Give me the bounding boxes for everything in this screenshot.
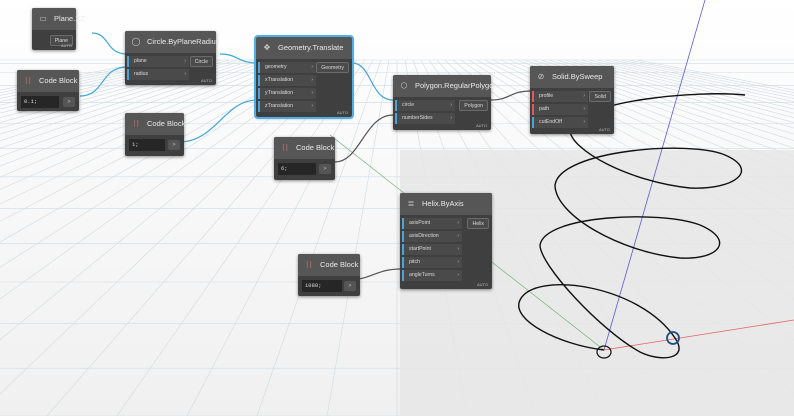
input-port-axispoint[interactable]: axisPoint ›: [402, 218, 462, 229]
auto-label: AUTO: [200, 78, 212, 83]
code-output-port[interactable]: >: [319, 164, 331, 174]
code-block-node[interactable]: [ ] Code Block 1080; >: [298, 254, 360, 296]
node-title: Code Block: [296, 143, 335, 152]
helix-by-axis-node[interactable]: ≣ Helix.ByAxis axisPoint › Helix axisDire…: [400, 193, 492, 289]
node-header: [ ] Code Block: [298, 254, 360, 276]
code-block-node[interactable]: [ ] Code Block 6; >: [274, 137, 335, 180]
node-header: [ ] Code Block: [274, 137, 335, 159]
code-editor[interactable]: 6;: [278, 163, 316, 175]
input-port-numbersides[interactable]: numberSides ›: [395, 113, 455, 124]
node-header: ▭ Plane.XZ: [32, 8, 85, 30]
3d-viewport[interactable]: [0, 0, 794, 416]
polygon-output-port[interactable]: Polygon: [459, 100, 488, 111]
circle-by-plane-radius-node[interactable]: ◯ Circle.ByPlaneRadius plane › Circle rad…: [125, 31, 220, 85]
code-block-node[interactable]: [ ] Code Block 0.1; >: [17, 70, 79, 111]
code-output-port[interactable]: >: [344, 281, 356, 291]
move-icon: ✥: [263, 43, 271, 52]
polygon-regular-polygon-node[interactable]: ⬡ Polygon.RegularPolygon circle › Polygon…: [393, 75, 498, 130]
node-title: Code Block: [39, 76, 78, 85]
sweep-icon: ⊘: [537, 72, 545, 81]
node-header: [ ] Code Block: [17, 70, 79, 92]
plane-xz-node[interactable]: ▭ Plane.XZ Plane AUTO: [32, 8, 85, 50]
node-title: Code Block: [320, 260, 359, 269]
node-title: Helix.ByAxis: [422, 199, 464, 208]
input-port-ytranslation[interactable]: yTranslation ›: [258, 88, 316, 99]
input-port-ztranslation[interactable]: zTranslation ›: [258, 101, 316, 112]
node-header: ≣ Helix.ByAxis: [400, 193, 492, 215]
input-port-pitch[interactable]: pitch ›: [402, 257, 462, 268]
code-editor[interactable]: 1;: [129, 139, 165, 151]
code-block-icon: [ ]: [282, 145, 288, 151]
node-title: Polygon.RegularPolygon: [415, 81, 498, 90]
input-port-cutendoff[interactable]: cutEndOff ›: [532, 117, 588, 128]
code-block-icon: [ ]: [133, 121, 139, 127]
input-port-startpoint[interactable]: startPoint ›: [402, 244, 462, 255]
input-port-geometry[interactable]: geometry ›: [258, 62, 316, 73]
node-title: Plane.XZ: [54, 14, 85, 23]
solid-by-sweep-node[interactable]: ⊘ Solid.BySweep profile › Solid path › cut…: [530, 66, 614, 134]
auto-label: AUTO: [598, 127, 610, 132]
node-header: ◯ Circle.ByPlaneRadius: [125, 31, 220, 53]
input-port-plane[interactable]: plane ›: [127, 56, 189, 67]
node-title: Geometry.Translate: [278, 43, 344, 52]
plane-icon: ▭: [39, 14, 47, 23]
code-block-icon: [ ]: [25, 78, 31, 84]
code-output-port[interactable]: >: [168, 140, 180, 150]
input-port-xtranslation[interactable]: xTranslation ›: [258, 75, 316, 86]
auto-label: AUTO: [475, 123, 487, 128]
node-title: Code Block: [147, 119, 186, 128]
geometry-translate-node[interactable]: ✥ Geometry.Translate geometry › Geometry …: [254, 35, 354, 119]
node-header: ✥ Geometry.Translate: [256, 37, 352, 59]
input-port-axisdirection[interactable]: axisDirection ›: [402, 231, 462, 242]
helix-icon: ≣: [407, 199, 415, 208]
code-output-port[interactable]: >: [63, 97, 75, 107]
input-port-path[interactable]: path ›: [532, 104, 588, 115]
circle-icon: ◯: [131, 37, 141, 46]
auto-label: AUTO: [476, 282, 488, 287]
auto-label: AUTO: [336, 110, 348, 115]
code-block-node[interactable]: [ ] Code Block 1; >: [125, 113, 186, 156]
code-editor[interactable]: 0.1;: [21, 96, 59, 108]
input-port-circle[interactable]: circle ›: [395, 100, 455, 111]
input-port-radius[interactable]: radius ›: [127, 69, 189, 80]
node-header: ⊘ Solid.BySweep: [530, 66, 614, 88]
code-block-icon: [ ]: [306, 262, 312, 268]
node-header: [ ] Code Block: [125, 113, 186, 135]
node-header: ⬡ Polygon.RegularPolygon: [393, 75, 498, 97]
polygon-icon: ⬡: [400, 81, 408, 90]
helix-output-port[interactable]: Helix: [467, 218, 489, 229]
solid-output-port[interactable]: Solid: [589, 91, 611, 102]
circle-output-port[interactable]: Circle: [189, 56, 213, 67]
geometry-output-port[interactable]: Geometry: [316, 62, 349, 73]
code-editor[interactable]: 1080;: [302, 280, 342, 292]
input-port-angleturns[interactable]: angleTurns ›: [402, 270, 462, 281]
node-title: Solid.BySweep: [552, 72, 603, 81]
node-title: Circle.ByPlaneRadius: [147, 37, 220, 46]
input-port-profile[interactable]: profile ›: [532, 91, 588, 102]
auto-label: AUTO: [60, 43, 72, 48]
